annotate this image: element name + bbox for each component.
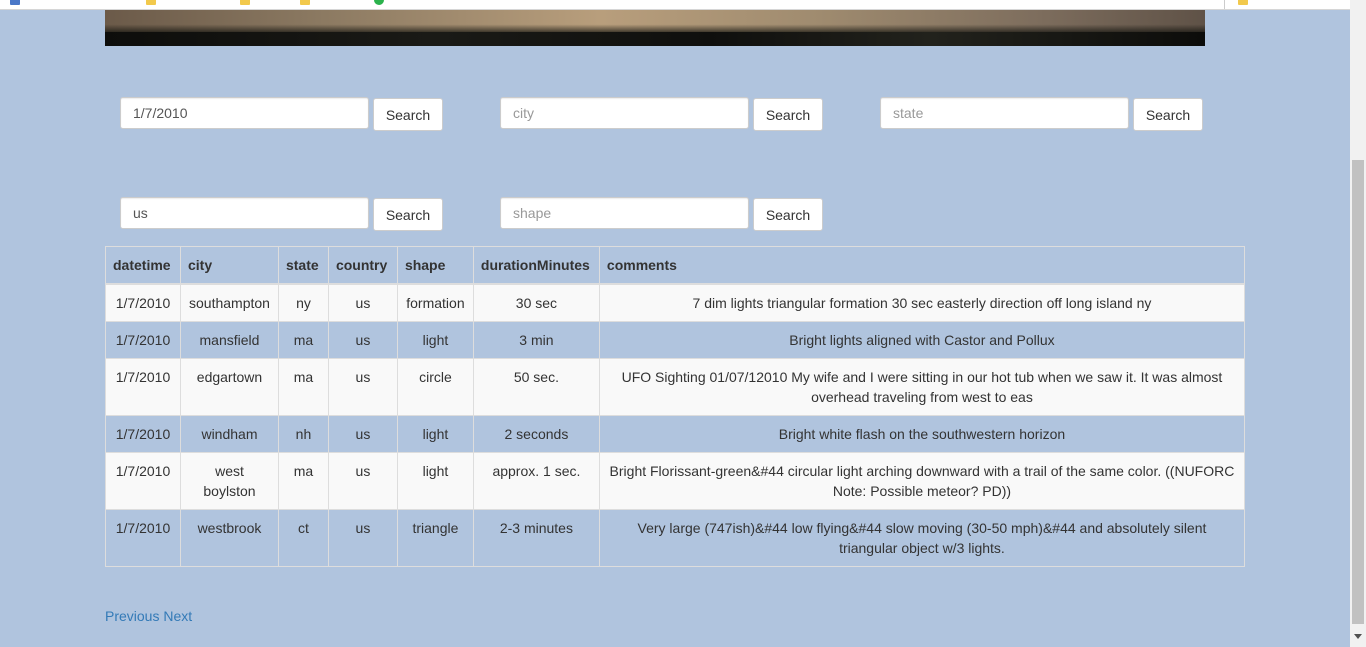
cell-state: ma — [277, 358, 329, 416]
cell-city: mansfield — [179, 321, 279, 359]
column-header-duration: durationMinutes — [472, 246, 600, 285]
shape-search-button[interactable]: Search — [753, 198, 823, 231]
cell-city: edgartown — [179, 358, 279, 416]
cell-datetime: 1/7/2010 — [105, 358, 181, 416]
scroll-down-arrow-icon[interactable] — [1354, 634, 1362, 639]
cell-comments: Bright white flash on the southwestern h… — [598, 415, 1246, 453]
column-header-datetime: datetime — [105, 246, 181, 285]
table-row: 1/7/2010 southampton ny us formation 30 … — [105, 283, 1246, 322]
bookmark-folder-icon[interactable] — [146, 0, 156, 5]
column-header-comments: comments — [598, 246, 1246, 285]
cell-datetime: 1/7/2010 — [105, 452, 181, 510]
cell-country: us — [327, 509, 398, 567]
cell-shape: triangle — [396, 509, 474, 567]
cell-country: us — [327, 415, 398, 453]
cell-duration: approx. 1 sec. — [472, 452, 600, 510]
table-row: 1/7/2010 windham nh us light 2 seconds B… — [105, 415, 1246, 453]
sightings-table: datetime city state country shape durati… — [105, 246, 1246, 567]
cell-country: us — [327, 321, 398, 359]
column-header-shape: shape — [396, 246, 474, 285]
cell-city: southampton — [179, 283, 279, 322]
vertical-scrollbar[interactable] — [1350, 0, 1366, 647]
column-header-state: state — [277, 246, 329, 285]
next-page-link[interactable]: Next — [163, 608, 192, 624]
cell-country: us — [327, 358, 398, 416]
city-search-input[interactable] — [500, 97, 749, 129]
cell-comments: Bright lights aligned with Castor and Po… — [598, 321, 1246, 359]
cell-datetime: 1/7/2010 — [105, 321, 181, 359]
country-search-input[interactable] — [120, 197, 369, 229]
cell-city: westbrook — [179, 509, 279, 567]
shape-search-input[interactable] — [500, 197, 749, 229]
table-header-row: datetime city state country shape durati… — [105, 246, 1246, 285]
table-row: 1/7/2010 mansfield ma us light 3 min Bri… — [105, 321, 1246, 359]
cell-shape: light — [396, 415, 474, 453]
cell-state: nh — [277, 415, 329, 453]
previous-page-link[interactable]: Previous — [105, 608, 159, 624]
city-search-button[interactable]: Search — [753, 98, 823, 131]
other-bookmarks-folder-icon[interactable] — [1238, 0, 1248, 5]
cell-duration: 50 sec. — [472, 358, 600, 416]
cell-datetime: 1/7/2010 — [105, 283, 181, 322]
cell-duration: 2-3 minutes — [472, 509, 600, 567]
date-search-input[interactable] — [120, 97, 369, 129]
cell-comments: UFO Sighting 01/07/12010 My wife and I w… — [598, 358, 1246, 416]
cell-duration: 3 min — [472, 321, 600, 359]
scrollbar-thumb[interactable] — [1352, 160, 1364, 624]
cell-comments: Very large (747ish)&#44 low flying&#44 s… — [598, 509, 1246, 567]
apps-icon[interactable] — [10, 0, 20, 5]
date-search-button[interactable]: Search — [373, 98, 443, 131]
country-search-button[interactable]: Search — [373, 198, 443, 231]
hero-banner-horizon — [105, 32, 1205, 46]
state-search-button[interactable]: Search — [1133, 98, 1203, 131]
cell-state: ma — [277, 321, 329, 359]
bookmark-site-icon[interactable] — [374, 0, 384, 5]
cell-state: ny — [277, 283, 329, 322]
bookmark-folder-icon[interactable] — [240, 0, 250, 5]
cell-country: us — [327, 283, 398, 322]
column-header-city: city — [179, 246, 279, 285]
state-search-input[interactable] — [880, 97, 1129, 129]
bookmarks-bar — [0, 0, 1350, 10]
hero-banner-image — [105, 10, 1205, 46]
cell-comments: Bright Florissant-green&#44 circular lig… — [598, 452, 1246, 510]
cell-shape: formation — [396, 283, 474, 322]
cell-datetime: 1/7/2010 — [105, 415, 181, 453]
cell-state: ct — [277, 509, 329, 567]
cell-city: west boylston — [179, 452, 279, 510]
pagination: Previous Next — [105, 608, 192, 624]
table-row: 1/7/2010 west boylston ma us light appro… — [105, 452, 1246, 510]
cell-state: ma — [277, 452, 329, 510]
cell-shape: light — [396, 321, 474, 359]
bookmark-folder-icon[interactable] — [300, 0, 310, 5]
table-row: 1/7/2010 edgartown ma us circle 50 sec. … — [105, 358, 1246, 416]
cell-city: windham — [179, 415, 279, 453]
cell-country: us — [327, 452, 398, 510]
cell-duration: 2 seconds — [472, 415, 600, 453]
cell-comments: 7 dim lights triangular formation 30 sec… — [598, 283, 1246, 322]
cell-shape: light — [396, 452, 474, 510]
cell-duration: 30 sec — [472, 283, 600, 322]
column-header-country: country — [327, 246, 398, 285]
cell-shape: circle — [396, 358, 474, 416]
cell-datetime: 1/7/2010 — [105, 509, 181, 567]
table-row: 1/7/2010 westbrook ct us triangle 2-3 mi… — [105, 509, 1246, 567]
bookmarks-divider — [1224, 0, 1225, 9]
